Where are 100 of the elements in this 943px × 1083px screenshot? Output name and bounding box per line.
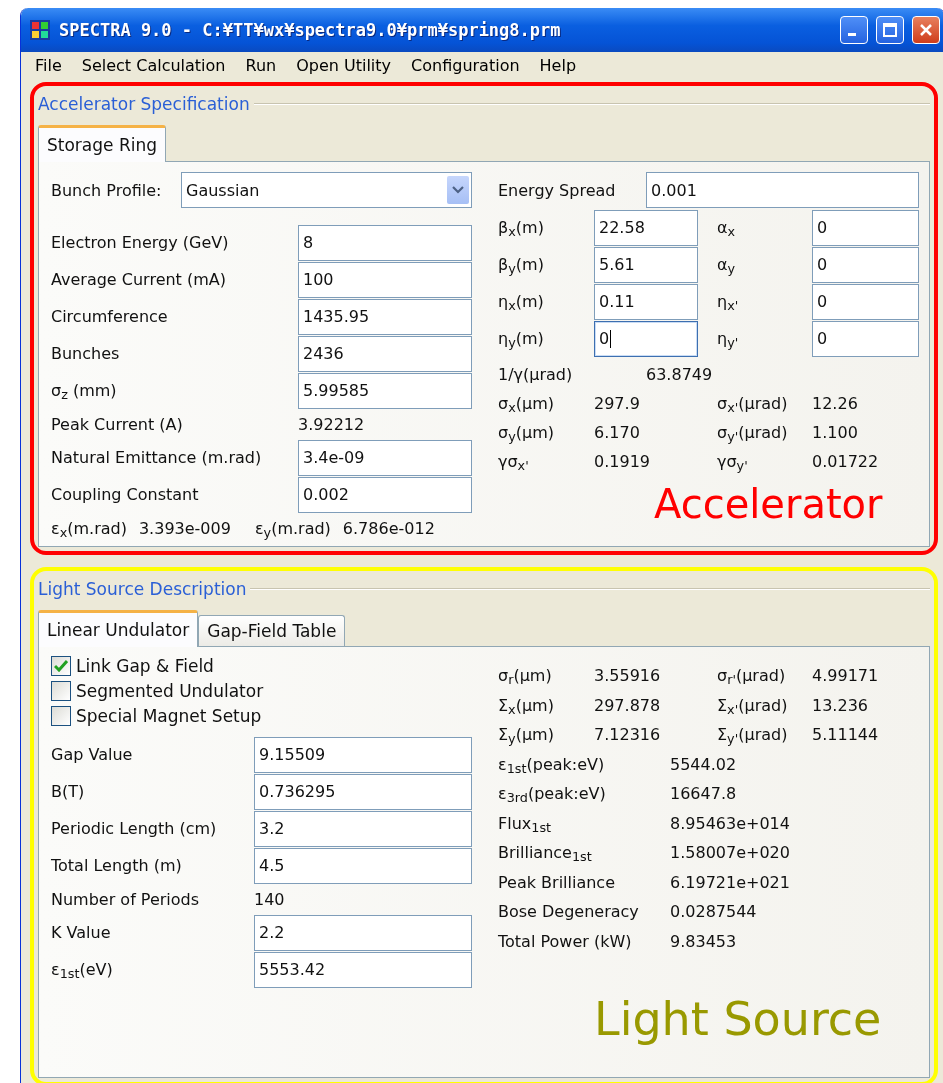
- readout-label: Flux$_{1st}$: [498, 813, 553, 833]
- field-label: η$_{y'}$: [717, 329, 740, 348]
- checkbox-label[interactable]: Special Magnet Setup: [76, 705, 262, 726]
- input-field[interactable]: 3.4e-09: [298, 439, 472, 476]
- minimize-button[interactable]: [840, 16, 868, 44]
- field-label: α$_{x}$: [717, 218, 737, 237]
- readout-value: 5.11144: [812, 725, 880, 745]
- readout-label: Σ$_{x}$(μm): [498, 695, 555, 715]
- input-field[interactable]: 5553.42: [254, 951, 472, 988]
- readout-label: ε$_{1st}$(peak:eV): [498, 754, 606, 774]
- input-field[interactable]: 0: [812, 209, 919, 246]
- readout-label: σ$_{r'}$(μrad): [717, 666, 787, 686]
- field-label: Bunch Profile:: [51, 180, 163, 200]
- readout-value: 9.83453: [670, 931, 738, 951]
- input-field[interactable]: 5.99585: [298, 372, 472, 409]
- field-label: Periodic Length (cm): [51, 819, 218, 838]
- field-label: K Value: [51, 923, 112, 942]
- input-field[interactable]: 0: [812, 283, 919, 320]
- field-label: β$_{y}$(m): [498, 255, 545, 274]
- readout-value: 63.8749: [646, 365, 714, 384]
- readout-value: 297.878: [594, 695, 662, 715]
- tab[interactable]: Storage Ring: [38, 125, 167, 162]
- field-label: η$_{x}$(m): [498, 292, 545, 311]
- tab[interactable]: Gap-Field Table: [198, 615, 346, 646]
- app-icon: [29, 19, 51, 41]
- input-field[interactable]: 100: [298, 261, 472, 298]
- readout-value: 12.26: [812, 394, 859, 413]
- field-value: 3.92212: [298, 414, 366, 434]
- readout-label: σ$_{y'}$(μrad): [717, 423, 789, 442]
- input-field[interactable]: 0: [812, 246, 919, 283]
- close-button[interactable]: [912, 16, 940, 44]
- readout-value: 6.19721e+021: [670, 872, 791, 892]
- readout-label: ε$_{3rd}$(peak:eV): [498, 784, 607, 804]
- input-field[interactable]: 22.58: [594, 209, 698, 246]
- field-label: B(T): [51, 782, 86, 801]
- field-label: Circumference: [51, 307, 169, 326]
- readout-value: 7.12316: [594, 725, 662, 745]
- field-label: Energy Spread: [498, 180, 617, 200]
- readout-value: 13.236: [812, 695, 869, 715]
- group-title: Light Source Description: [38, 579, 247, 599]
- checkbox-label[interactable]: Segmented Undulator: [76, 680, 264, 701]
- field-label: η$_{y}$(m): [498, 329, 545, 348]
- input-field[interactable]: 2436: [298, 335, 472, 372]
- menu-item[interactable]: Run: [235, 55, 287, 75]
- maximize-icon: [882, 22, 898, 38]
- readout-value: 0.01722: [812, 452, 880, 471]
- readout-label: Total Power (kW): [498, 931, 633, 951]
- annotation-label: Accelerator: [654, 484, 883, 524]
- chevron-down-icon: [447, 176, 469, 204]
- readout-value: 3.55916: [594, 666, 662, 686]
- input-field[interactable]: 5.61: [594, 246, 698, 283]
- input-field[interactable]: 8: [298, 224, 472, 261]
- readout-label: Σ$_{y}$(μm): [498, 725, 555, 745]
- input-field[interactable]: 0.001: [646, 172, 919, 208]
- field-label: Number of Periods: [51, 889, 201, 909]
- dropdown[interactable]: Gaussian: [181, 172, 472, 208]
- menu-item[interactable]: Configuration: [401, 55, 530, 75]
- readout-value: 6.786e-012: [342, 518, 435, 538]
- group-title: Accelerator Specification: [38, 94, 250, 114]
- readout-label: σ$_{r}$(μm): [498, 666, 553, 686]
- checkbox[interactable]: [51, 655, 71, 676]
- input-field[interactable]: 3.2: [254, 810, 472, 847]
- readout-value: 4.99171: [812, 666, 880, 686]
- menu-item[interactable]: Open Utility: [286, 55, 402, 75]
- input-field[interactable]: 0: [812, 320, 919, 357]
- readout-label: γσ$_{x'}$: [498, 452, 530, 471]
- readout-label: Σ$_{y'}$(μrad): [717, 725, 789, 745]
- readout-label: γσ$_{y'}$: [717, 452, 749, 471]
- readout-value: 5544.02: [670, 754, 738, 774]
- field-label: σ$_{z}$ (mm): [51, 381, 118, 400]
- input-field[interactable]: 0.002: [298, 476, 472, 513]
- input-field[interactable]: 0.736295: [254, 773, 472, 810]
- close-icon: [918, 22, 934, 38]
- menu-item[interactable]: Select Calculation: [71, 55, 236, 75]
- input-field[interactable]: 0.11: [594, 283, 698, 320]
- checkbox[interactable]: [51, 705, 71, 726]
- menu-item[interactable]: Help: [529, 55, 587, 75]
- field-value: 140: [254, 889, 286, 909]
- input-field[interactable]: 9.15509: [254, 736, 472, 773]
- menu-item[interactable]: File: [25, 55, 72, 75]
- input-field[interactable]: 2.2: [254, 914, 472, 951]
- tab[interactable]: Linear Undulator: [38, 610, 199, 647]
- checkbox[interactable]: [51, 680, 71, 701]
- checkbox-label[interactable]: Link Gap & Field: [76, 655, 214, 676]
- readout-value: 8.95463e+014: [670, 813, 791, 833]
- field-label: Gap Value: [51, 745, 134, 764]
- field-label: η$_{x'}$: [717, 292, 740, 311]
- field-label: α$_{y}$: [717, 255, 737, 274]
- input-field[interactable]: 1435.95: [298, 298, 472, 335]
- readout-value: 6.170: [594, 423, 641, 442]
- field-label: Bunches: [51, 344, 121, 363]
- input-field[interactable]: 4.5: [254, 847, 472, 884]
- input-field[interactable]: 0: [594, 320, 698, 357]
- field-label: Electron Energy (GeV): [51, 233, 230, 252]
- maximize-button[interactable]: [876, 16, 904, 44]
- readout-value: 1.58007e+020: [670, 843, 791, 863]
- field-label: Natural Emittance (m.rad): [51, 448, 263, 467]
- readout-label: σ$_{y}$(μm): [498, 423, 555, 442]
- field-label: Coupling Constant: [51, 485, 200, 504]
- window-title: SPECTRA 9.0 - C:¥TT¥wx¥spectra9.0¥prm¥spring8.prm: [59, 20, 562, 40]
